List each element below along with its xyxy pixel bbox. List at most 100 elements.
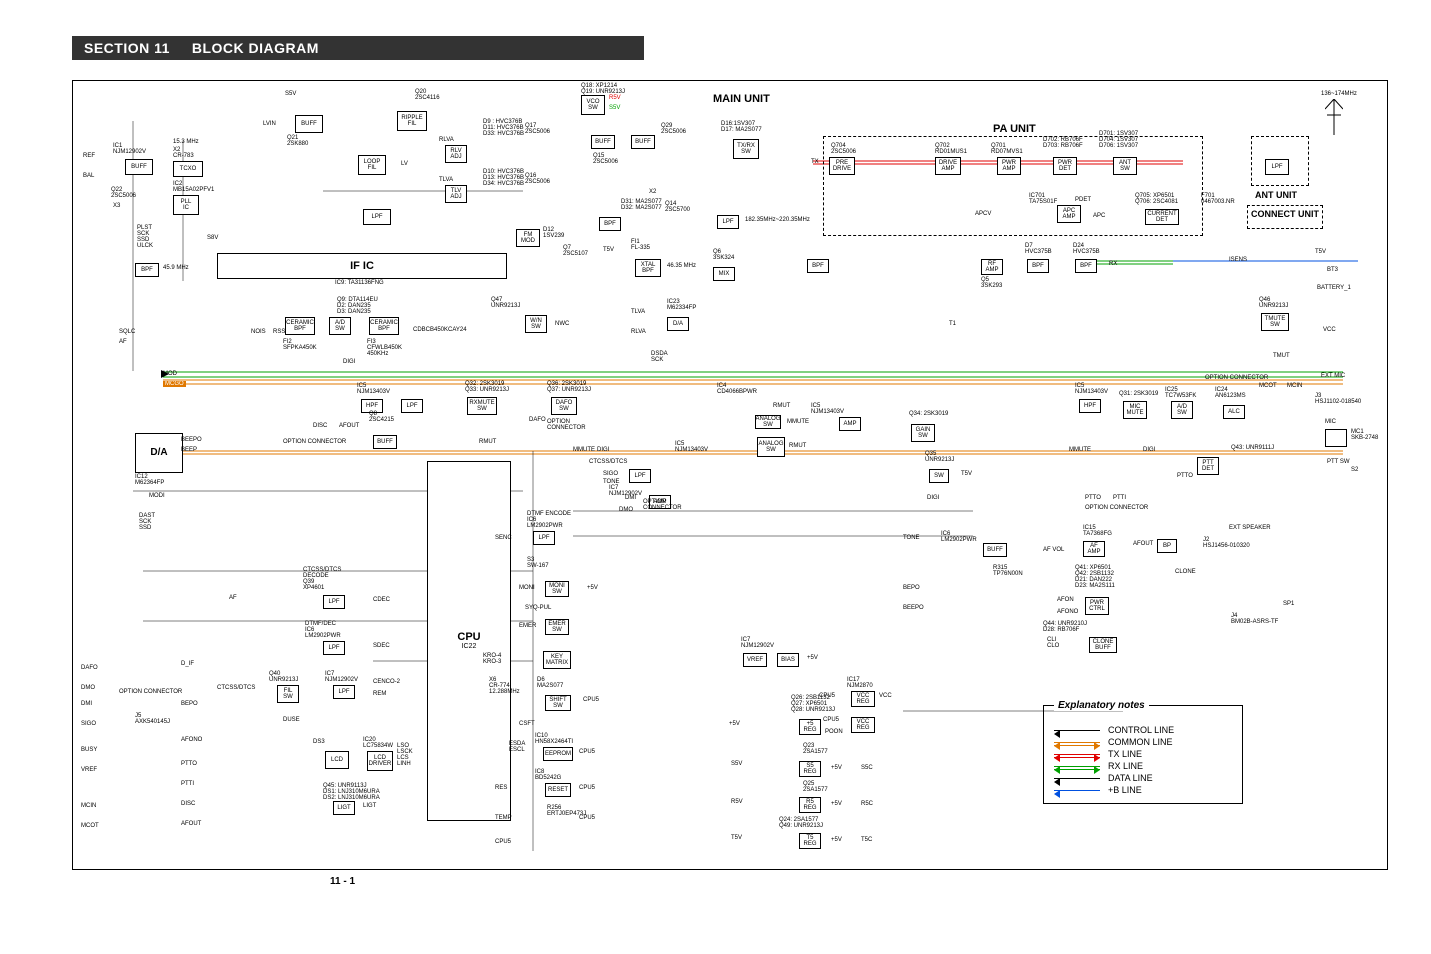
s5c: S5C [861, 765, 873, 771]
5v-b: +5V [807, 655, 818, 661]
sdec: SDEC [373, 643, 390, 649]
s5v2: S5V [609, 105, 620, 111]
bpf-45: BPF [135, 263, 159, 277]
r315: R315 TP76N00N [993, 565, 1023, 577]
d9: D9 : HVC376B D11: HVC376B D33: HVC376B [483, 119, 524, 137]
ligt2: LIGT [363, 803, 376, 809]
lvin: LVIN [263, 121, 276, 127]
ic4: IC4 CD4066BPWR [717, 383, 757, 395]
if-ic-block: IF IC [217, 253, 507, 279]
page: SECTION 11 BLOCK DIAGRAM [0, 0, 1431, 954]
q701: Q701 RD07MVS1 [991, 143, 1023, 155]
q6: Q6 3SK324 [713, 249, 734, 261]
tlv-adj: TLV ADJ [445, 185, 467, 203]
vref: VREF [81, 767, 97, 773]
q21: Q21 2SK880 [287, 135, 308, 147]
ptto2: PTTO [1085, 495, 1101, 501]
rem: REM [373, 691, 386, 697]
dafo-conn: DAFO [81, 665, 98, 671]
plst: PLST SCK SSD ULCK [137, 225, 153, 249]
opt-conn2: OPTION CONNECTOR [1085, 505, 1148, 511]
opt-conn: OPTION CONNECTOR [283, 439, 346, 445]
af-amp: AF AMP [1083, 541, 1105, 557]
r5c: R5C [861, 801, 873, 807]
if-ic-sub: IC9: TA31136FNG [335, 280, 384, 286]
rxmute-sw: RXMUTE SW [467, 397, 497, 415]
dast: DAST SCK SSD [139, 513, 155, 531]
nois: NOIS [251, 329, 266, 335]
ic701: IC701 TA75S01F [1029, 193, 1057, 205]
mmute: MMUTE [787, 419, 809, 425]
q47: Q47 UNR9213J [491, 297, 520, 309]
key-mat: KEY MATRIX [543, 651, 571, 669]
buff3: BUFF [631, 135, 655, 149]
x3: X3 [113, 203, 120, 209]
legend-line [1054, 778, 1100, 779]
t5c: T5C [861, 837, 872, 843]
vcc: VCC [1323, 327, 1336, 333]
legend-label: COMMON LINE [1108, 737, 1173, 747]
ctdec: CTCSS/DTCS DECODE Q39 XP4601 [303, 567, 341, 591]
vref-blk: VREF [743, 653, 767, 667]
mix: MIX [713, 267, 735, 281]
dtdec: DTMF/DEC IC6 LM2902PWR [305, 621, 341, 639]
bepo: BEPO [181, 701, 198, 707]
q22: Q22 2SC5006 [111, 187, 136, 199]
ic23: IC23 M62334FP [667, 299, 696, 311]
apc-amp: APC AMP [1057, 205, 1081, 223]
d16: D16:1SV307 D17: MA2S077 [721, 121, 762, 133]
bpf-r1: BPF [807, 259, 829, 273]
15_3: 15.3 MHz [173, 139, 199, 145]
mic-mute: MIC MUTE [1123, 401, 1147, 419]
q36: Q36: 2SK3019 Q37: UNR9213J [547, 381, 591, 393]
lpf1: LPF [363, 209, 391, 225]
adsw2: A/D SW [1171, 401, 1193, 419]
legend-label: TX LINE [1108, 749, 1142, 759]
ptt-sw: PTT SW [1327, 459, 1350, 465]
vcc-reg2: VCC REG [851, 717, 875, 733]
lpf-d: LPF [323, 595, 345, 609]
buff-af: BUFF [983, 543, 1007, 557]
afono: AFONO [181, 737, 202, 743]
lpf-f: LPF [333, 685, 355, 699]
s5-reg: S5 REG [799, 761, 821, 777]
q46: Q46 UNR9213J [1259, 297, 1288, 309]
dmo2: DMO [81, 685, 95, 691]
q23: Q23 2SA1577 [803, 743, 828, 755]
q31: Q31: 2SK3019 [1119, 391, 1158, 397]
syqpul: SYQ-PUL [525, 605, 551, 611]
d24: D24 HVC375B [1073, 243, 1100, 255]
mod: MOD [163, 371, 177, 377]
mmute-b: ANALOG SW [755, 415, 781, 429]
ant-unit-title: ANT UNIT [1255, 190, 1297, 200]
q44: Q44: UNR9210J D28: RB706F [1043, 621, 1087, 633]
lpf2: LPF [401, 399, 423, 413]
bias-blk: BIAS [777, 653, 799, 667]
ic15: IC15 TA7368FG [1083, 525, 1112, 537]
q8: Q8 2SC4215 [369, 411, 394, 423]
sqlc: SQLC [119, 329, 135, 335]
ptto3: PTTO [181, 761, 197, 767]
rx: RX [1109, 261, 1117, 267]
pre-drive: PRE DRIVE [829, 157, 855, 175]
poon: POON [825, 729, 843, 735]
legend-row: TX LINE [1054, 749, 1232, 759]
ptti2: PTTI [181, 781, 194, 787]
5v: +5V [587, 585, 598, 591]
cpu5e: CPU5 [495, 839, 511, 845]
af: AF [119, 339, 127, 345]
5v-f: +5V [831, 837, 842, 843]
digi4: DIGI [927, 495, 939, 501]
q24: Q24: 2SA1577 Q49: UNR9213J [779, 817, 823, 829]
page-number: 11 - 1 [330, 876, 355, 887]
pdet: PDET [1075, 197, 1091, 203]
r5-reg: R5 REG [799, 797, 821, 813]
5v-d: +5V [831, 765, 842, 771]
gain-sw: GAIN SW [911, 424, 935, 442]
r5v2: R5V [731, 799, 743, 805]
nwc: NWC [555, 321, 569, 327]
ripple-fil: RIPPLE FIL [397, 111, 427, 131]
s5v3: S5V [731, 761, 742, 767]
disc2: DISC [181, 801, 195, 807]
vco-sw: VCO SW [581, 95, 605, 115]
